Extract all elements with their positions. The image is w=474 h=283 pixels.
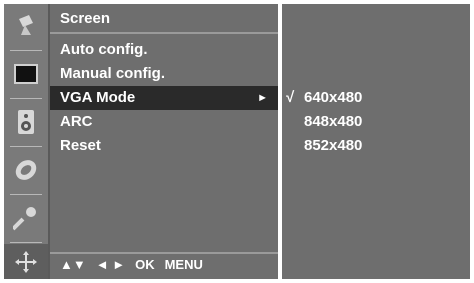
ok-hint: OK [135,257,155,272]
submenu-item-852x480[interactable]: 852x480 [282,134,470,158]
submenu-item-label: 848x480 [304,113,363,130]
screen-icon[interactable] [4,54,48,94]
footer-divider [50,252,278,254]
submenu-item-640x480[interactable]: √ 640x480 [282,86,470,110]
menu-item-reset[interactable]: Reset [50,134,278,158]
navigation-hint: ▲▼ ◄ ► OK MENU [60,257,203,272]
submenu-item-848x480[interactable]: 848x480 [282,110,470,134]
clock-icon[interactable] [4,150,48,190]
menu-item-arc[interactable]: ARC [50,110,278,134]
menu-item-manual-config[interactable]: Manual config. [50,62,278,86]
menu-item-label: Reset [60,137,101,154]
submenu-arrow-icon: ► [257,92,268,104]
menu-item-vga-mode[interactable]: VGA Mode ► [50,86,278,110]
title-divider [50,32,278,34]
key-icon[interactable] [4,198,48,238]
submenu-item-label: 852x480 [304,137,363,154]
osd-menu: Screen Auto config. Manual config. VGA M… [0,0,474,283]
menu-item-label: ARC [60,113,93,130]
menu-item-auto-config[interactable]: Auto config. [50,38,278,62]
menu-item-label: VGA Mode [60,89,136,106]
checkmark-icon: √ [286,89,295,106]
menu-title: Screen [60,10,111,27]
menu-item-label: Manual config. [60,65,165,82]
screen-menu-panel: Screen Auto config. Manual config. VGA M… [50,4,278,279]
speaker-icon[interactable] [4,102,48,142]
up-down-arrows-icon: ▲▼ [60,257,86,272]
submenu-item-label: 640x480 [304,89,363,106]
move-icon[interactable] [4,244,48,279]
menu-item-label: Auto config. [60,41,148,58]
menu-hint: MENU [164,257,203,272]
vga-mode-submenu: √ 640x480 848x480 852x480 [282,4,470,279]
category-icon-bar [4,4,50,279]
satellite-icon[interactable] [4,6,48,46]
left-right-arrows-icon: ◄ ► [95,257,126,272]
